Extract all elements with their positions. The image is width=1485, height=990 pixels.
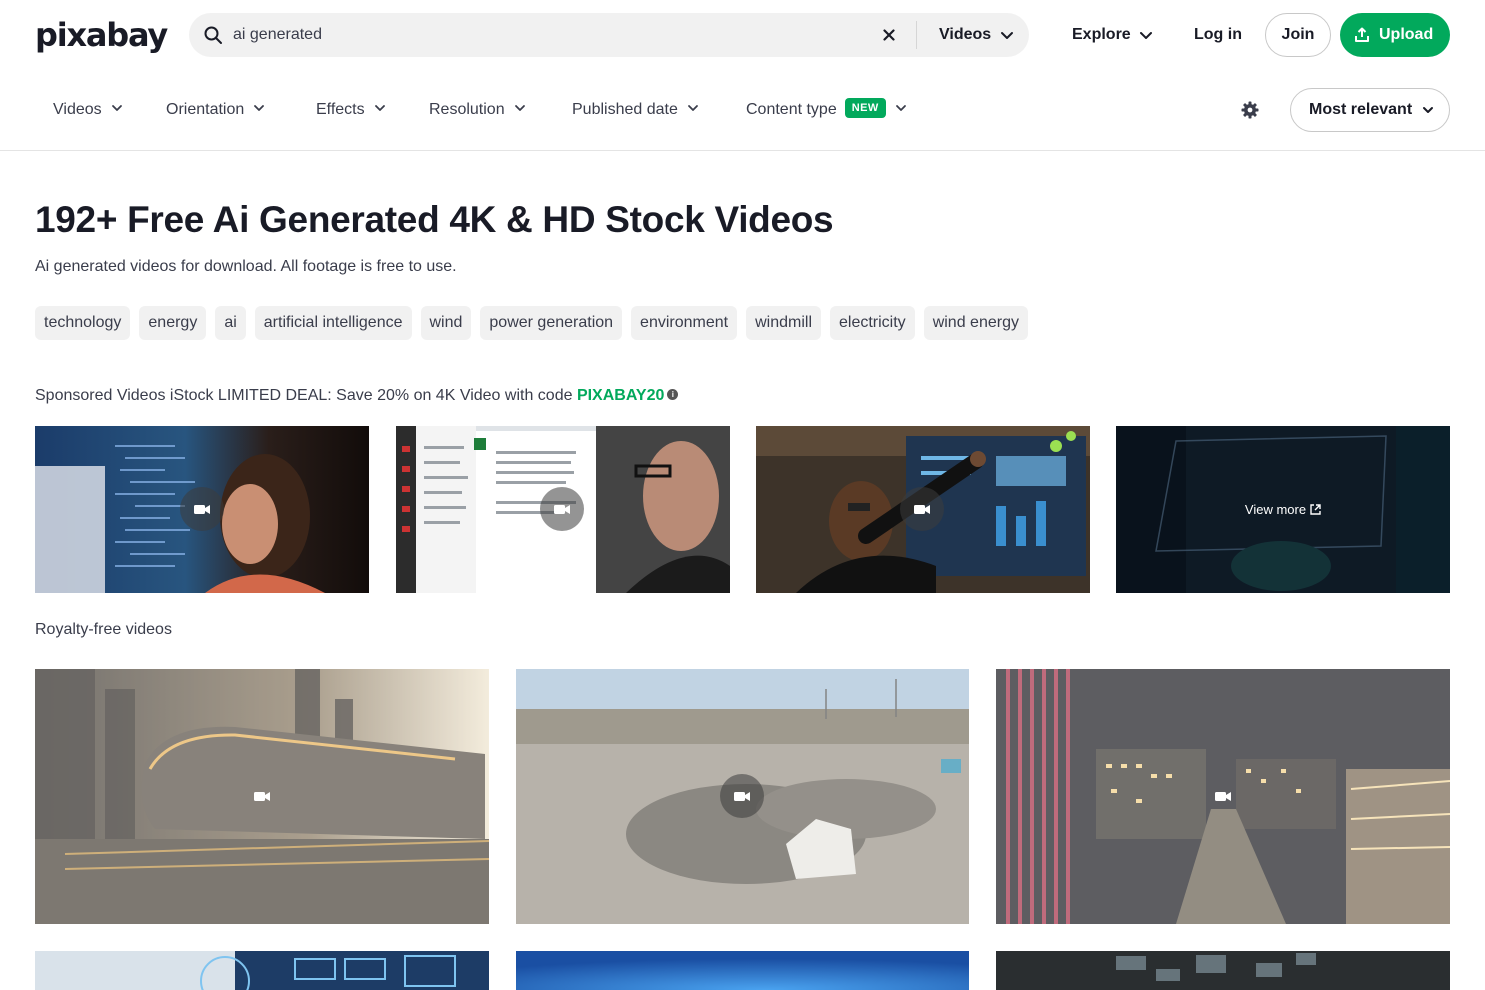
video-thumbnail[interactable] bbox=[996, 669, 1450, 924]
chevron-down-icon[interactable] bbox=[999, 27, 1015, 43]
thumbnail-image bbox=[35, 951, 489, 990]
close-icon[interactable] bbox=[879, 25, 899, 45]
sponsored-video-thumbnail[interactable] bbox=[35, 426, 369, 593]
promo-code[interactable]: PIXABAY20 bbox=[577, 387, 664, 404]
filter-bar: Videos Orientation Effects Resolution Pu… bbox=[0, 70, 1485, 151]
login-link[interactable]: Log in bbox=[1194, 13, 1242, 57]
filter-orientation[interactable]: Orientation bbox=[166, 70, 266, 150]
gear-icon[interactable] bbox=[1240, 100, 1260, 120]
upload-button[interactable]: Upload bbox=[1340, 13, 1450, 57]
video-camera-icon bbox=[914, 505, 930, 514]
filter-label: Published date bbox=[572, 101, 678, 118]
filter-label: Effects bbox=[316, 101, 365, 118]
video-camera-icon bbox=[254, 792, 270, 801]
tag-chip[interactable]: electricity bbox=[830, 306, 915, 340]
search-bar[interactable]: ai generated Videos bbox=[189, 13, 1029, 57]
tag-chip[interactable]: environment bbox=[631, 306, 738, 340]
filter-videos[interactable]: Videos bbox=[53, 70, 124, 150]
sort-label: Most relevant bbox=[1309, 101, 1413, 118]
sponsored-text: Sponsored Videos iStock LIMITED DEAL: Sa… bbox=[35, 387, 577, 404]
chevron-down-icon bbox=[895, 105, 906, 112]
video-play-badge bbox=[180, 487, 224, 531]
search-icon bbox=[204, 26, 222, 44]
tag-chip[interactable]: technology bbox=[35, 306, 131, 340]
sponsored-video-thumbnail[interactable] bbox=[396, 426, 730, 593]
video-camera-icon bbox=[554, 505, 570, 514]
tag-chip[interactable]: windmill bbox=[746, 306, 821, 340]
new-badge: NEW bbox=[844, 98, 886, 119]
thumbnail-image bbox=[516, 951, 969, 990]
page-title: 192+ Free Ai Generated 4K & HD Stock Vid… bbox=[35, 199, 834, 240]
video-play-badge bbox=[900, 487, 944, 531]
sort-select[interactable]: Most relevant bbox=[1290, 88, 1450, 132]
tag-chip[interactable]: ai bbox=[215, 306, 246, 340]
filter-effects[interactable]: Effects bbox=[316, 70, 387, 150]
filter-label: Videos bbox=[53, 101, 102, 118]
filter-label: Content type bbox=[746, 101, 837, 118]
pixabay-logo[interactable]: pixabay bbox=[35, 16, 168, 54]
sponsored-banner: Sponsored Videos iStock LIMITED DEAL: Sa… bbox=[35, 385, 679, 407]
sponsored-view-more-card[interactable]: View more bbox=[1116, 426, 1450, 593]
upload-label: Upload bbox=[1379, 26, 1434, 43]
filter-resolution[interactable]: Resolution bbox=[429, 70, 527, 150]
search-input[interactable]: ai generated bbox=[233, 13, 322, 57]
chevron-down-icon bbox=[374, 105, 385, 112]
video-thumbnail[interactable] bbox=[35, 951, 489, 990]
top-header: pixabay ai generated Videos Explore Log … bbox=[0, 0, 1485, 70]
chevron-down-icon bbox=[111, 105, 122, 112]
filter-label: Resolution bbox=[429, 101, 505, 118]
chevron-down-icon bbox=[1423, 107, 1433, 113]
upload-icon bbox=[1355, 27, 1369, 42]
view-more-link[interactable]: View more bbox=[1116, 426, 1450, 593]
search-divider bbox=[916, 21, 917, 49]
video-thumbnail[interactable] bbox=[516, 669, 969, 924]
chevron-down-icon bbox=[687, 105, 698, 112]
related-tags: technology energy ai artificial intellig… bbox=[35, 306, 1028, 340]
video-play-badge bbox=[720, 774, 764, 818]
video-thumbnail[interactable] bbox=[516, 951, 969, 990]
video-thumbnail[interactable] bbox=[35, 669, 489, 924]
search-type-select[interactable]: Videos bbox=[939, 13, 991, 57]
tag-chip[interactable]: artificial intelligence bbox=[254, 306, 412, 340]
chevron-down-icon bbox=[254, 105, 265, 112]
tag-chip[interactable]: wind bbox=[420, 306, 472, 340]
tag-chip[interactable]: wind energy bbox=[923, 306, 1028, 340]
tag-chip[interactable]: energy bbox=[139, 306, 207, 340]
video-camera-icon bbox=[1215, 792, 1231, 801]
section-label: Royalty-free videos bbox=[35, 621, 172, 638]
thumbnail-image bbox=[996, 951, 1450, 990]
chevron-down-icon bbox=[514, 105, 525, 112]
filter-published-date[interactable]: Published date bbox=[572, 70, 700, 150]
video-play-badge bbox=[1201, 774, 1245, 818]
video-camera-icon bbox=[734, 792, 750, 801]
join-button[interactable]: Join bbox=[1265, 13, 1331, 57]
chevron-down-icon[interactable] bbox=[1138, 27, 1154, 43]
video-play-badge bbox=[240, 774, 284, 818]
tag-chip[interactable]: power generation bbox=[480, 306, 623, 340]
view-more-label: View more bbox=[1244, 502, 1307, 517]
explore-menu[interactable]: Explore bbox=[1072, 13, 1131, 57]
sponsored-video-thumbnail[interactable] bbox=[756, 426, 1090, 593]
video-camera-icon bbox=[194, 505, 210, 514]
info-icon[interactable]: i bbox=[667, 388, 679, 400]
video-thumbnail[interactable] bbox=[996, 951, 1450, 990]
video-play-badge bbox=[540, 487, 584, 531]
filter-content-type[interactable]: Content type NEW bbox=[746, 70, 908, 150]
page-subtitle: Ai generated videos for download. All fo… bbox=[35, 258, 457, 275]
filter-label: Orientation bbox=[166, 101, 245, 118]
external-link-icon bbox=[1310, 503, 1321, 515]
